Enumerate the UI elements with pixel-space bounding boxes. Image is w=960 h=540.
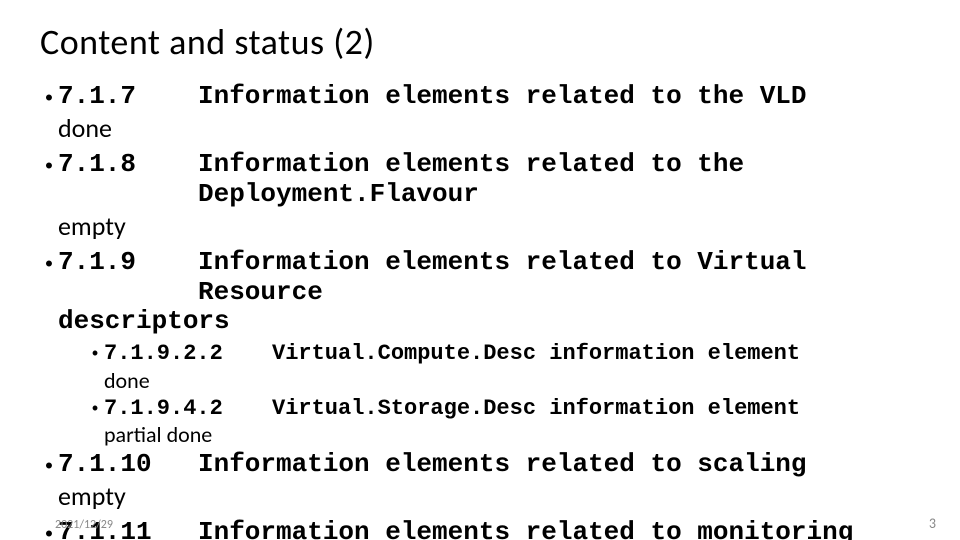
bullet-icon: • — [40, 150, 58, 178]
bullet-item: • 7.1.11 Information elements related to… — [40, 518, 930, 540]
bullet-icon: • — [86, 396, 104, 419]
item-desc-cont: descriptors — [40, 307, 230, 337]
bullet-icon: • — [40, 248, 58, 276]
item-desc: Virtual.Storage.Desc information element — [272, 396, 930, 421]
item-status: empty — [40, 480, 930, 512]
nested-list: • 7.1.9.2.2 Virtual.Compute.Desc informa… — [86, 341, 930, 448]
item-desc: Information elements related to the Depl… — [198, 150, 930, 210]
item-desc: Information elements related to monitori… — [198, 518, 930, 540]
item-status: empty — [40, 210, 930, 242]
bullet-item: • 7.1.9.2.2 Virtual.Compute.Desc informa… — [86, 341, 930, 366]
bullet-icon: • — [86, 341, 104, 364]
bullet-item: • 7.1.7 Information elements related to … — [40, 82, 930, 112]
bullet-item: • 7.1.10 Information elements related to… — [40, 450, 930, 480]
item-status: partial done — [86, 421, 930, 448]
item-number: 7.1.9.2.2 — [104, 341, 272, 366]
bullet-item: • 7.1.8 Information elements related to … — [40, 150, 930, 210]
bullet-icon: • — [40, 450, 58, 478]
item-number: 7.1.10 — [58, 450, 198, 480]
item-desc: Virtual.Compute.Desc information element — [272, 341, 930, 366]
item-number: 7.1.9 — [58, 248, 198, 278]
item-desc: Information elements related to Virtual … — [198, 248, 930, 308]
item-status: done — [86, 367, 930, 394]
bullet-item: • 7.1.9.4.2 Virtual.Storage.Desc informa… — [86, 396, 930, 421]
slide-title: Content and status (2) — [40, 20, 930, 64]
item-number: 7.1.8 — [58, 150, 198, 180]
bullet-item: • 7.1.9 Information elements related to … — [40, 248, 930, 308]
item-status: done — [40, 112, 930, 144]
footer-date: 2021/12/29 — [55, 518, 113, 532]
item-number: 7.1.7 — [58, 82, 198, 112]
slide: Content and status (2) • 7.1.7 Informati… — [0, 0, 960, 540]
bullet-icon: • — [40, 82, 58, 110]
bullet-item-continuation: descriptors — [40, 307, 930, 337]
item-desc: Information elements related to the VLD — [198, 82, 930, 112]
item-number: 7.1.9.4.2 — [104, 396, 272, 421]
item-desc: Information elements related to scaling — [198, 450, 930, 480]
footer-page-number: 3 — [929, 515, 936, 532]
